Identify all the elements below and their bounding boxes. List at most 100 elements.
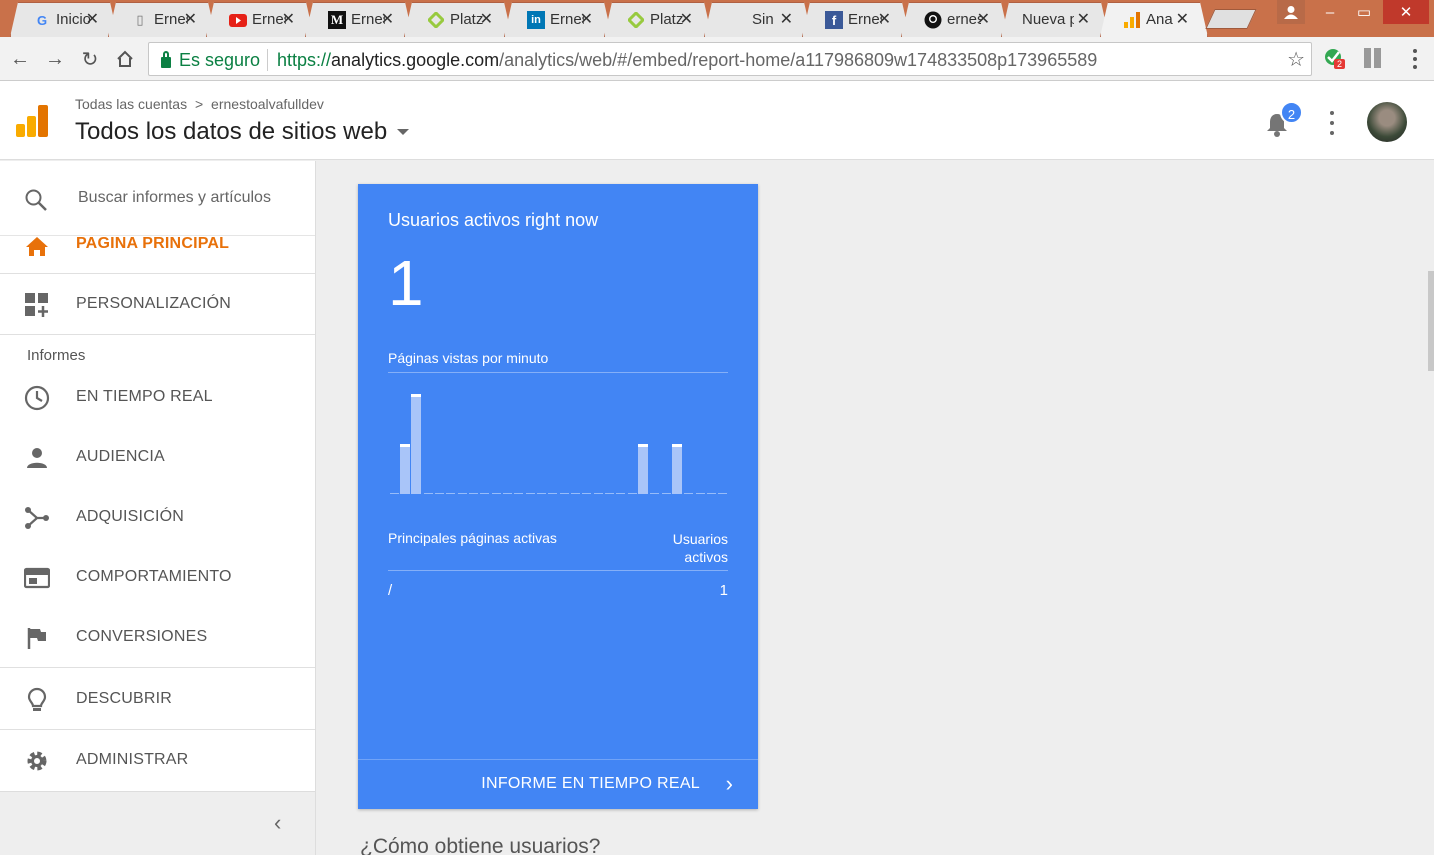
chart-baseline-tick (503, 493, 512, 494)
sidebar-nav: Buscar informes y artículos PAGINA PRINC… (0, 161, 316, 855)
browser-tab[interactable]: Ernesto ✕ (206, 2, 314, 37)
close-tab-icon[interactable]: ✕ (1176, 9, 1189, 29)
pageviews-per-minute-label: Páginas vistas por minuto (388, 350, 549, 366)
notification-count-badge: 2 (1280, 101, 1303, 124)
bookmark-star-icon[interactable]: ☆ (1287, 47, 1305, 72)
chart-bar[interactable] (672, 444, 682, 494)
dropdown-caret-icon (397, 129, 410, 135)
column-header-line: Usuarios (672, 531, 728, 547)
realtime-report-link[interactable]: INFORME EN TIEMPO REAL › (358, 759, 758, 809)
chart-baseline-tick (628, 493, 637, 494)
search-input[interactable]: Buscar informes y artículos (78, 189, 271, 207)
close-tab-icon[interactable]: ✕ (381, 9, 394, 29)
lightbulb-icon (27, 687, 47, 711)
sidebar-item-label: AUDIENCIA (76, 448, 165, 465)
scrollbar-thumb[interactable] (1428, 271, 1434, 371)
url-text[interactable]: https://analytics.google.com/analytics/w… (277, 50, 1097, 71)
breadcrumb-root: Todas las cuentas (75, 96, 188, 112)
active-page-path[interactable]: / (388, 582, 392, 599)
browser-tab[interactable]: Nueva p ✕ (1001, 2, 1109, 37)
sidebar-item-discover[interactable]: DESCUBRIR (0, 669, 315, 729)
close-tab-icon[interactable]: ✕ (184, 9, 197, 29)
sidebar-search[interactable]: Buscar informes y artículos (0, 161, 315, 236)
flag-icon (27, 628, 46, 649)
back-button[interactable]: ← (6, 45, 34, 73)
sidebar-item-customization[interactable]: PERSONALIZACIÓN (0, 274, 315, 334)
chart-baseline-tick (492, 493, 501, 494)
sidebar-item-acquisition[interactable]: ADQUISICIÓN (0, 487, 315, 547)
chevron-right-icon: › (725, 771, 733, 796)
close-tab-icon[interactable]: ✕ (878, 9, 891, 29)
new-tab-button[interactable] (1205, 9, 1257, 29)
close-tab-icon[interactable]: ✕ (780, 9, 793, 29)
analytics-logo-icon[interactable] (16, 105, 48, 137)
sidebar-item-admin[interactable]: ADMINISTRAR (0, 730, 315, 790)
property-selector[interactable]: Todos los datos de sitios web (75, 118, 410, 146)
close-tab-icon[interactable]: ✕ (1077, 9, 1090, 29)
browser-tab[interactable]: f Ernesto ✕ (802, 2, 910, 37)
close-tab-icon[interactable]: ✕ (282, 9, 295, 29)
maximize-button[interactable]: ▭ (1347, 0, 1381, 24)
close-tab-icon[interactable]: ✕ (480, 9, 493, 29)
browser-menu-icon[interactable] (1405, 49, 1425, 69)
chart-baseline-tick (548, 493, 557, 494)
chart-bar[interactable] (411, 394, 421, 494)
clock-icon (24, 385, 50, 411)
reports-section-heading: Informes (27, 347, 86, 364)
forward-button[interactable]: → (41, 45, 69, 73)
reload-button[interactable]: ↻ (76, 45, 104, 73)
chart-bar[interactable] (638, 444, 648, 494)
sidebar-item-label: DESCUBRIR (76, 690, 173, 707)
google-icon: G (36, 12, 48, 28)
card-divider (388, 570, 728, 571)
account-breadcrumb[interactable]: Todas las cuentas > ernestoalvafulldev (75, 96, 324, 112)
browser-tab-active[interactable]: Ana ✕ (1100, 2, 1208, 37)
browser-tab[interactable]: in Ernesto ✕ (504, 2, 612, 37)
acquisition-merge-icon (25, 507, 49, 529)
chart-baseline-tick (684, 493, 693, 494)
browser-tab[interactable]: Platzi ✕ (604, 2, 712, 37)
sidebar-item-label: EN TIEMPO REAL (76, 388, 213, 405)
chart-baseline-tick (696, 493, 705, 494)
sidebar-item-audience[interactable]: AUDIENCIA (0, 427, 315, 487)
more-options-icon[interactable] (1322, 111, 1342, 135)
close-window-button[interactable]: ✕ (1383, 0, 1429, 24)
browser-tab-strip: G Inicio ✕ ▯ Ernesto ✕ Ernesto ✕ M Ernes… (0, 0, 1434, 37)
column-header-line: activos (684, 549, 728, 565)
chart-baseline-tick (650, 493, 659, 494)
sidebar-divider (0, 334, 315, 335)
top-pages-header: Principales páginas activas (388, 530, 557, 546)
chart-baseline-tick (446, 493, 455, 494)
browser-tab[interactable]: ernesto ✕ (901, 2, 1009, 37)
chart-baseline-tick (458, 493, 467, 494)
analytics-header: Todas las cuentas > ernestoalvafulldev T… (0, 81, 1434, 160)
home-button[interactable] (111, 45, 139, 73)
sidebar-item-realtime[interactable]: EN TIEMPO REAL (0, 367, 315, 427)
main-content: Usuarios activos right now 1 Páginas vis… (317, 161, 1434, 855)
browser-tab[interactable]: Platzi ✕ (404, 2, 512, 37)
sidebar-item-label: ADQUISICIÓN (76, 508, 184, 525)
security-indicator[interactable]: Es seguro (161, 50, 260, 71)
close-tab-icon[interactable]: ✕ (86, 9, 99, 29)
close-tab-icon[interactable]: ✕ (977, 9, 990, 29)
browser-tab[interactable]: M Ernesto ✕ (305, 2, 413, 37)
profile-icon[interactable] (1277, 0, 1305, 24)
chart-bar[interactable] (400, 444, 410, 494)
user-avatar[interactable] (1367, 102, 1407, 142)
extension-button[interactable]: 2 (1322, 46, 1348, 72)
minimize-button[interactable]: – (1313, 0, 1347, 24)
collapse-sidebar-button[interactable]: ‹ (0, 791, 315, 855)
close-tab-icon[interactable]: ✕ (680, 9, 693, 29)
browser-tab[interactable]: G Inicio ✕ (10, 2, 118, 37)
browser-tab[interactable]: ▯ Ernesto ✕ (108, 2, 216, 37)
youtube-icon (229, 11, 247, 29)
browser-tab[interactable]: Sin ✕ (704, 2, 812, 37)
sidebar-item-behavior[interactable]: COMPORTAMIENTO (0, 547, 315, 607)
extension-pause-icon[interactable] (1364, 48, 1384, 68)
platzi-icon (427, 11, 445, 29)
sidebar-item-conversions[interactable]: CONVERSIONES (0, 607, 315, 667)
breadcrumb-separator: > (194, 96, 204, 112)
address-bar[interactable]: Es seguro https://analytics.google.com/a… (148, 42, 1312, 76)
active-page-users: 1 (719, 582, 728, 599)
close-tab-icon[interactable]: ✕ (580, 9, 593, 29)
